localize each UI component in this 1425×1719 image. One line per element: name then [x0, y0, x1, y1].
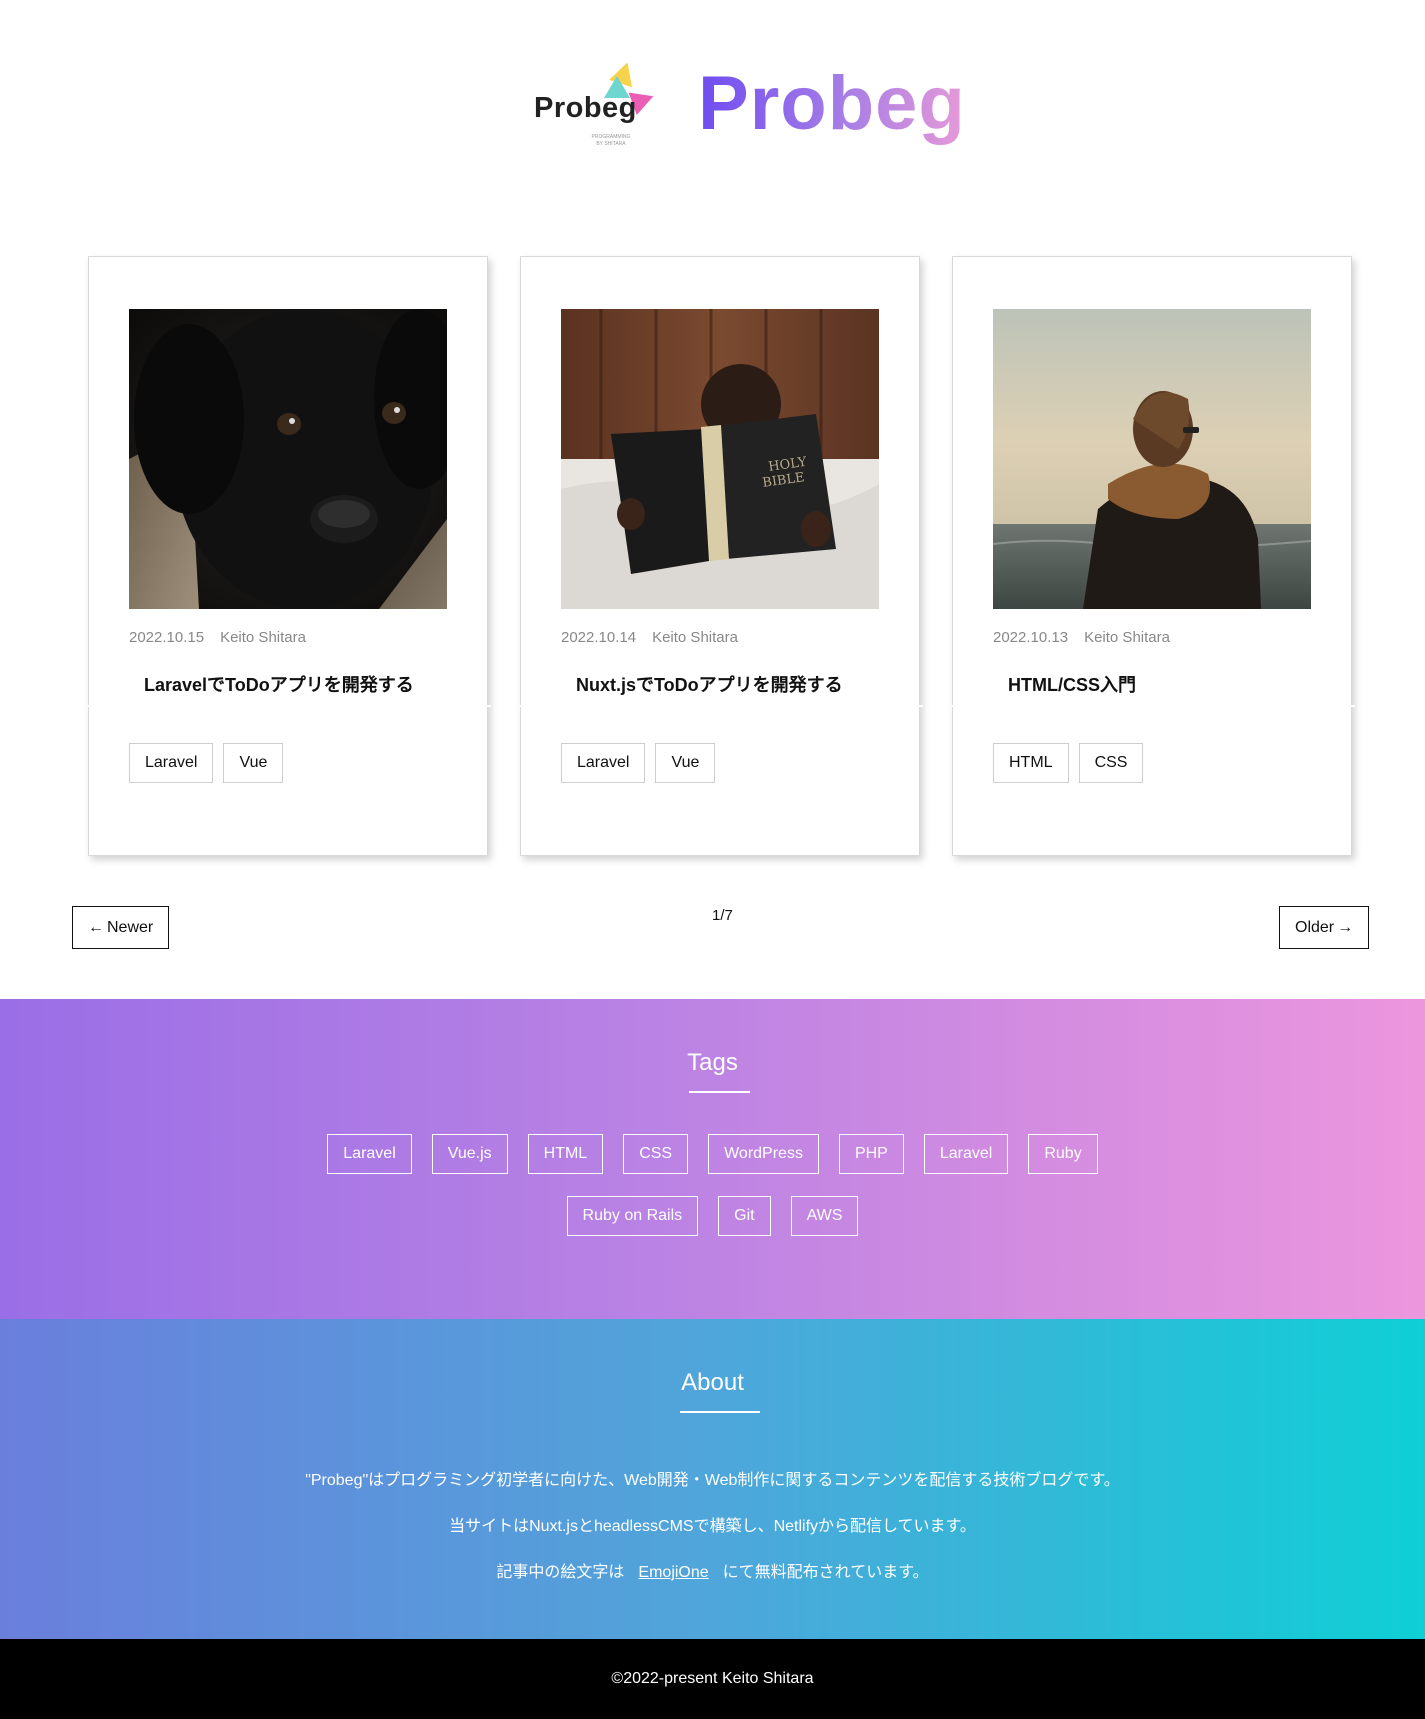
- post-tag[interactable]: Laravel: [129, 743, 214, 783]
- tag-link[interactable]: Ruby: [1028, 1134, 1098, 1174]
- arrow-left-icon: ←: [88, 919, 104, 936]
- post-title[interactable]: HTML/CSS入門: [1008, 671, 1136, 697]
- tag-cloud-row-2: Ruby on Rails Git AWS: [0, 1196, 1425, 1236]
- about-section: About "Probeg"はプログラミング初学者に向けた、Web開発・Web制…: [0, 1319, 1425, 1639]
- about-heading: About: [681, 1369, 744, 1396]
- post-author: Keito Shitara: [220, 629, 306, 646]
- post-date: 2022.10.15: [129, 629, 205, 646]
- post-meta: 2022.10.14 Keito Shitara: [561, 629, 738, 646]
- copyright: ©2022-present Keito Shitara: [611, 1670, 814, 1687]
- post-tag[interactable]: Vue: [223, 743, 284, 783]
- older-button[interactable]: Older →: [1279, 906, 1370, 949]
- site-footer: ©2022-present Keito Shitara: [0, 1639, 1425, 1719]
- older-label: Older: [1295, 919, 1335, 936]
- tag-link[interactable]: Laravel: [923, 1134, 1009, 1174]
- tags-heading: Tags: [687, 1049, 738, 1076]
- tag-cloud-row-1: Laravel Vue.js HTML CSS WordPress PHP La…: [0, 1134, 1425, 1174]
- arrow-right-icon: →: [1337, 919, 1354, 936]
- tag-link[interactable]: AWS: [790, 1196, 859, 1236]
- post-list: 2022.10.15 Keito Shitara LaravelでToDoアプリを…: [0, 256, 1425, 856]
- site-header: Probeg PROGRAMMING BY SHITARA Probeg: [0, 0, 1425, 240]
- post-tag[interactable]: Laravel: [561, 743, 646, 783]
- about-text-3: 記事中の絵文字は EmojiOne にて無料配布されています。: [0, 1558, 1425, 1582]
- logo-subtitle: PROGRAMMING BY SHITARA: [591, 134, 631, 147]
- tag-link[interactable]: CSS: [623, 1134, 689, 1174]
- card-divider: [951, 705, 1355, 707]
- tag-link[interactable]: HTML: [527, 1134, 604, 1174]
- card-divider: [519, 705, 923, 707]
- logo[interactable]: Probeg PROGRAMMING BY SHITARA: [530, 58, 670, 150]
- post-title[interactable]: LaravelでToDoアプリを開発する: [144, 671, 414, 697]
- black-puppy-image: [129, 309, 447, 609]
- tag-link[interactable]: Laravel: [327, 1134, 412, 1174]
- tags-section: Tags Laravel Vue.js HTML CSS WordPress P…: [0, 999, 1425, 1319]
- post-tag[interactable]: Vue: [655, 743, 716, 783]
- post-author: Keito Shitara: [1084, 629, 1170, 646]
- about-text-3-after: にて無料配布されています。: [722, 1564, 929, 1581]
- post-thumbnail[interactable]: HOLY BIBLE: [561, 309, 879, 609]
- post-meta: 2022.10.15 Keito Shitara: [129, 629, 306, 646]
- person-by-sea-image: [993, 309, 1311, 609]
- post-card[interactable]: HOLY BIBLE 2022.10.14 Keito Shitara Nuxt.…: [519, 256, 923, 856]
- tag-link[interactable]: Vue.js: [431, 1134, 508, 1174]
- post-date: 2022.10.13: [993, 629, 1069, 646]
- post-card[interactable]: 2022.10.15 Keito Shitara LaravelでToDoアプリを…: [87, 256, 491, 856]
- site-title[interactable]: Probeg: [698, 56, 966, 152]
- post-tag[interactable]: HTML: [993, 743, 1069, 783]
- newer-label: Newer: [107, 919, 154, 936]
- tag-link[interactable]: PHP: [838, 1134, 904, 1174]
- tags-heading-underline: [689, 1091, 750, 1093]
- about-text-2: 当サイトはNuxt.jsとheadlessCMSで構築し、Netlifyから配信…: [449, 1518, 976, 1535]
- page-counter: 1/7: [712, 907, 733, 924]
- child-reading-bible-image: HOLY BIBLE: [561, 309, 879, 609]
- post-tags: Laravel Vue: [129, 743, 284, 783]
- emojione-link[interactable]: EmojiOne: [638, 1564, 708, 1581]
- post-tags: Laravel Vue: [561, 743, 716, 783]
- logo-word: Probeg: [534, 92, 637, 124]
- post-title[interactable]: Nuxt.jsでToDoアプリを開発する: [576, 671, 843, 697]
- card-divider: [87, 705, 491, 707]
- tag-link[interactable]: Git: [718, 1196, 771, 1236]
- post-meta: 2022.10.13 Keito Shitara: [993, 629, 1170, 646]
- about-text-3-before: 記事中の絵文字は: [496, 1564, 625, 1581]
- post-date: 2022.10.14: [561, 629, 637, 646]
- post-thumbnail[interactable]: [993, 309, 1311, 609]
- newer-button[interactable]: ← Newer: [72, 906, 170, 949]
- about-text-1: "Probeg"はプログラミング初学者に向けた、Web開発・Web制作に関するコ…: [305, 1472, 1120, 1489]
- post-author: Keito Shitara: [652, 629, 738, 646]
- tag-link[interactable]: Ruby on Rails: [566, 1196, 699, 1236]
- tag-link[interactable]: WordPress: [708, 1134, 819, 1174]
- post-tag[interactable]: CSS: [1078, 743, 1144, 783]
- post-tags: HTML CSS: [993, 743, 1144, 783]
- post-card[interactable]: 2022.10.13 Keito Shitara HTML/CSS入門 HTML …: [951, 256, 1355, 856]
- about-heading-underline: [680, 1411, 760, 1413]
- post-thumbnail[interactable]: [129, 309, 447, 609]
